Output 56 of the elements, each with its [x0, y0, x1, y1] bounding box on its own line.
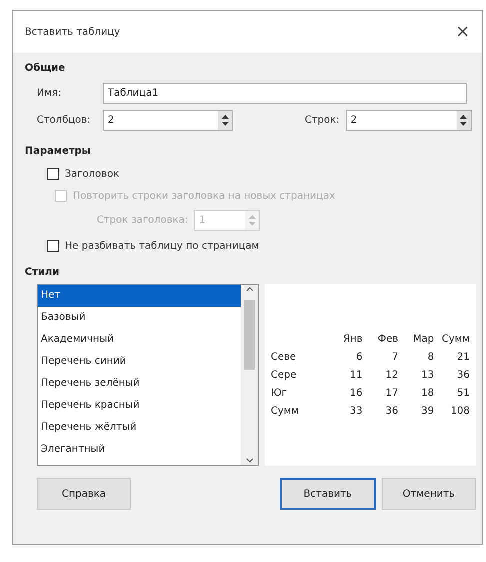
preview-cell-text: Фев	[376, 334, 398, 344]
list-item[interactable]: Базовый	[38, 307, 241, 329]
preview-cell-text: Юг	[271, 388, 288, 398]
scroll-down-icon[interactable]	[246, 458, 254, 463]
preview-cell-text: Мар	[412, 334, 434, 344]
preview-cell-text: 51	[456, 388, 470, 398]
preview-cell-text: 11	[349, 370, 363, 380]
preview-cell-text: 108	[450, 406, 470, 416]
section-heading: Общие	[25, 63, 66, 74]
preview-cell-text: 21	[456, 352, 470, 362]
preview-cell-text: 16	[349, 388, 363, 398]
checkbox-label[interactable]: Заголовок	[65, 168, 120, 180]
list-item[interactable]: Элегантный	[38, 439, 241, 461]
field-label: Строк заголовка:	[97, 215, 188, 226]
preview-cell-text: Янв	[342, 334, 363, 344]
dialog-button[interactable]: Справка	[37, 478, 131, 510]
rows-spinbox[interactable]: 2	[346, 110, 472, 131]
preview-cell-text: Сере	[271, 370, 298, 380]
checkbox-label[interactable]: Не разбивать таблицу по страницам	[65, 240, 260, 252]
field-label: Строк:	[305, 115, 340, 126]
checkbox[interactable]	[47, 240, 59, 252]
spin-arrows-icon[interactable]	[218, 111, 232, 130]
preview-cell-text: 39	[420, 406, 434, 416]
preview-cell-text: 12	[384, 370, 398, 380]
preview-cell-text: 7	[391, 352, 398, 362]
window-title: Вставить таблицу	[25, 26, 120, 38]
preview-cell-text: 6	[355, 352, 363, 362]
columns-spinbox[interactable]: 2	[103, 110, 233, 131]
list-item[interactable]: Перечень жёлтый	[38, 417, 241, 439]
list-item[interactable]: Перечень зелёный	[38, 373, 241, 395]
dialog-button[interactable]: Отменить	[382, 478, 476, 510]
preview-cell-text: 17	[384, 388, 398, 398]
section-heading: Параметры	[25, 146, 92, 157]
preview-cell-text: 8	[426, 352, 434, 362]
list-item[interactable]: Академичный	[38, 329, 241, 351]
preview-cell-text: 36	[384, 406, 398, 416]
section-heading: Стили	[25, 267, 60, 278]
spin-arrows-icon[interactable]	[456, 111, 471, 130]
field-label: Столбцов:	[37, 115, 91, 126]
preview-cell-text: Сумм	[441, 334, 470, 344]
field-label: Имя:	[37, 88, 62, 99]
preview-cell-text: 33	[349, 406, 363, 416]
dialog-button[interactable]: Вставить	[280, 478, 376, 510]
list-item[interactable]: Перечень красный	[38, 395, 241, 417]
preview-cell-text: Севе	[271, 352, 298, 362]
list-item[interactable]: Перечень синий	[38, 351, 241, 373]
preview-cell-text: 36	[456, 370, 470, 380]
name-field[interactable]: Таблица1	[103, 83, 467, 104]
checkbox[interactable]	[47, 168, 59, 180]
preview-cell-text: Сумм	[271, 406, 300, 416]
scrollbar[interactable]	[241, 285, 258, 465]
list-item[interactable]: Нет	[38, 285, 241, 307]
scroll-up-icon[interactable]	[246, 287, 254, 292]
preview-cell-text: 18	[420, 388, 434, 398]
preview-cell-text: 13	[420, 370, 434, 380]
close-button[interactable]: ×	[452, 22, 474, 42]
